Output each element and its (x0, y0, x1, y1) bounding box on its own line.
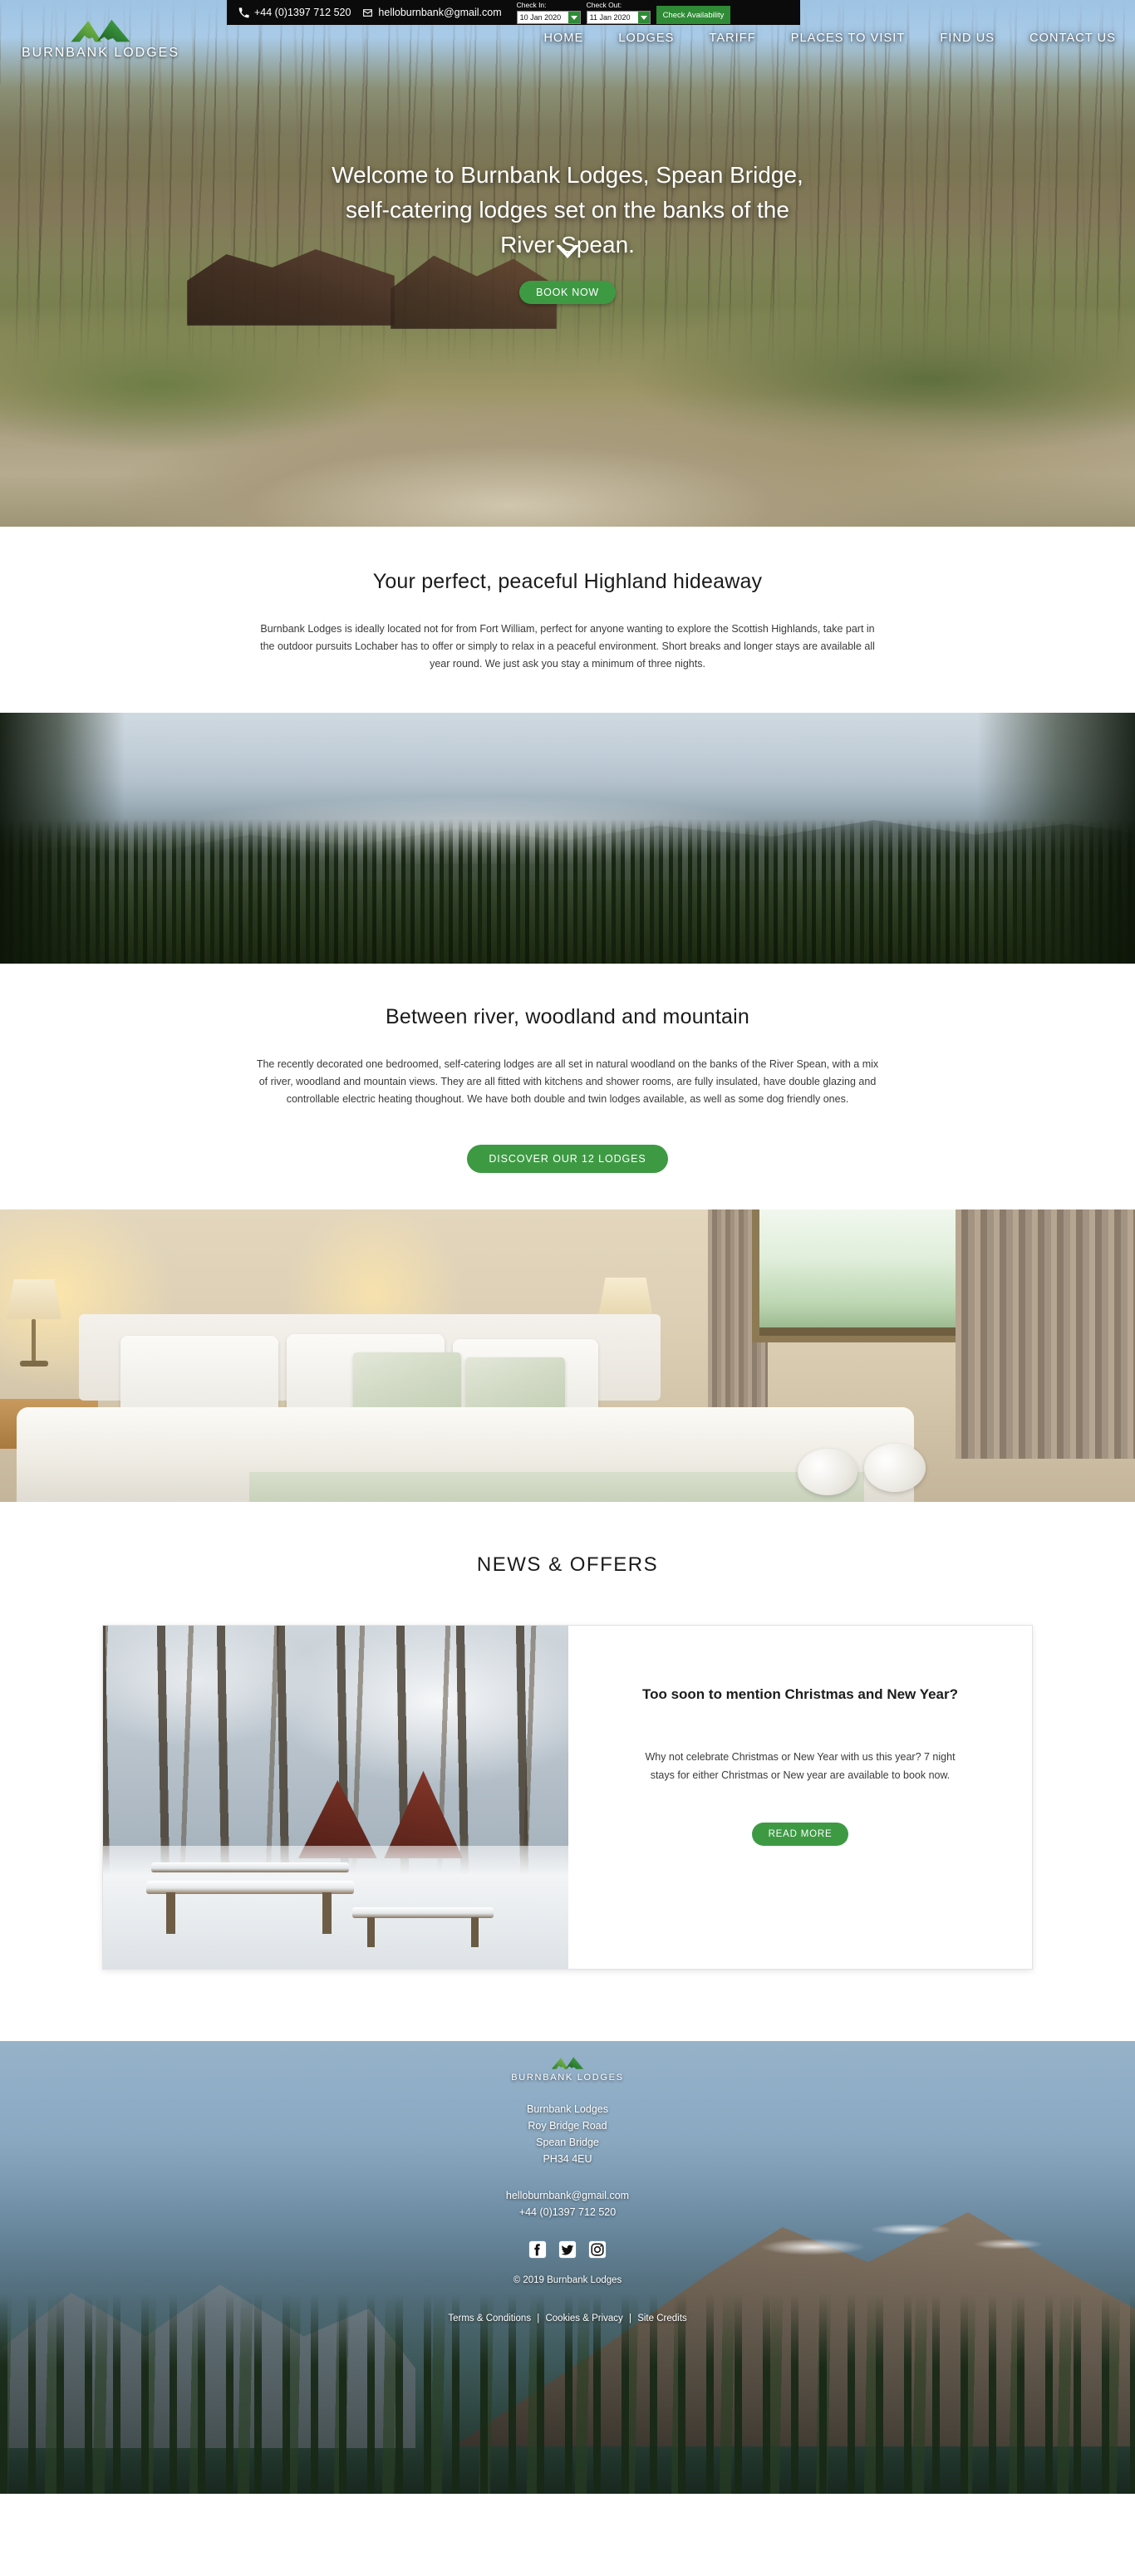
checkin-label: Check In: (516, 1, 547, 9)
news-offers-section: NEWS & OFFERS Too soon to mention Christ… (0, 1502, 1135, 2041)
news-card-body: Too soon to mention Christmas and New Ye… (568, 1626, 1032, 1969)
rolled-towel (798, 1449, 857, 1495)
nav-item-contact-us[interactable]: CONTACT US (1029, 32, 1116, 45)
footer-legal-links: Terms & Conditions | Cookies & Privacy |… (0, 2313, 1135, 2323)
topbar-email[interactable]: helloburnbank@gmail.com (362, 7, 502, 18)
nav-item-places-to-visit[interactable]: PLACES TO VISIT (791, 32, 906, 45)
checkout-input[interactable] (586, 11, 638, 24)
hero-section: +44 (0)1397 712 520 helloburnbank@gmail.… (0, 0, 1135, 527)
news-card-heading: Too soon to mention Christmas and New Ye… (641, 1686, 959, 1702)
bedroom-window (752, 1209, 970, 1342)
footer-copyright: © 2019 Burnbank Lodges (513, 2275, 622, 2285)
forest-left-vignette (0, 713, 125, 964)
checkout-control[interactable] (586, 11, 651, 24)
checkin-field: Check In: (516, 1, 581, 24)
footer-content: BURNBANK LODGES Burnbank Lodges Roy Brid… (0, 2041, 1135, 2323)
mountain-logo-icon (71, 19, 130, 42)
cookies-and-privacy-link[interactable]: Cookies & Privacy (545, 2313, 622, 2323)
discover-lodges-button[interactable]: DISCOVER OUR 12 LODGES (467, 1145, 668, 1173)
snow-bench (146, 1862, 354, 1934)
between-body: The recently decorated one bedroomed, se… (256, 1058, 879, 1105)
nav-item-lodges[interactable]: LODGES (618, 32, 674, 45)
link-separator-2: | (629, 2313, 631, 2323)
checkout-calendar-dropdown-icon[interactable] (637, 11, 651, 24)
facebook-icon[interactable] (528, 2240, 547, 2259)
footer-email[interactable]: helloburnbank@gmail.com (0, 2187, 1135, 2204)
news-offers-title: NEWS & OFFERS (476, 1553, 659, 1576)
booking-widget: Check In: Check Out: Check Availability (516, 1, 731, 24)
top-contact-bar: +44 (0)1397 712 520 helloburnbank@gmail.… (227, 0, 800, 25)
forest-conifers (0, 819, 1135, 964)
footer-contact: helloburnbank@gmail.com +44 (0)1397 712 … (0, 2187, 1135, 2220)
read-more-button[interactable]: READ MORE (751, 1823, 849, 1846)
main-navigation: HOME LODGES TARIFF PLACES TO VISIT FIND … (204, 26, 1126, 51)
news-card-image (103, 1626, 568, 1969)
site-logo[interactable]: BURNBANK LODGES (8, 18, 193, 61)
footer-address-line-1: Burnbank Lodges (527, 2103, 608, 2115)
forest-right-vignette (977, 713, 1135, 964)
footer-logo-wordmark: BURNBANK LODGES (511, 2073, 624, 2083)
footer-logo[interactable]: BURNBANK LODGES (0, 2056, 1135, 2083)
topbar-email-text: helloburnbank@gmail.com (378, 7, 502, 18)
footer-social-links (0, 2240, 1135, 2259)
checkin-input[interactable] (516, 11, 568, 24)
twitter-icon[interactable] (558, 2240, 577, 2259)
checkout-label: Check Out: (586, 1, 622, 9)
snow-bench-secondary (352, 1894, 494, 1947)
hideaway-title: Your perfect, peaceful Highland hideaway (372, 570, 763, 593)
book-now-button[interactable]: BOOK NOW (519, 281, 616, 304)
chevron-down-icon[interactable] (556, 243, 579, 258)
hideaway-section: Your perfect, peaceful Highland hideaway… (0, 527, 1135, 713)
footer-address-line-3: Spean Bridge (536, 2137, 599, 2148)
site-credits-link[interactable]: Site Credits (637, 2313, 686, 2323)
checkout-field: Check Out: (586, 1, 651, 24)
between-section: Between river, woodland and mountain The… (0, 964, 1135, 1209)
footer-address-postcode: PH34 4EU (543, 2153, 592, 2165)
topbar-phone-text: +44 (0)1397 712 520 (254, 7, 351, 18)
mountain-logo-icon (551, 2057, 584, 2069)
hero-copy: Welcome to Burnbank Lodges, Spean Bridge… (0, 158, 1135, 304)
between-title: Between river, woodland and mountain (385, 1005, 750, 1028)
topbar-phone[interactable]: +44 (0)1397 712 520 (238, 7, 351, 18)
bed-pillow (120, 1336, 278, 1416)
terms-and-conditions-link[interactable]: Terms & Conditions (448, 2313, 531, 2323)
forest-banner-image (0, 713, 1135, 964)
check-availability-button[interactable]: Check Availability (656, 6, 731, 24)
footer-address-line-2: Roy Bridge Road (528, 2120, 607, 2132)
site-footer: BURNBANK LODGES Burnbank Lodges Roy Brid… (0, 2041, 1135, 2494)
bedroom-banner-image (0, 1209, 1135, 1502)
phone-icon (238, 7, 249, 18)
news-card: Too soon to mention Christmas and New Ye… (102, 1625, 1033, 1970)
bedroom-curtain-right (956, 1209, 1135, 1459)
envelope-icon (362, 7, 373, 18)
nav-item-home[interactable]: HOME (543, 32, 583, 45)
footer-address: Burnbank Lodges Roy Bridge Road Spean Br… (0, 2101, 1135, 2167)
hideaway-body: Burnbank Lodges is ideally located not f… (260, 623, 875, 670)
nav-item-tariff[interactable]: TARIFF (709, 32, 755, 45)
link-separator-1: | (537, 2313, 540, 2323)
bed-runner (249, 1472, 864, 1502)
hero-title-line-1: Welcome to Burnbank Lodges, Spean Bridge… (332, 162, 803, 188)
rolled-towel (864, 1444, 926, 1492)
nav-item-find-us[interactable]: FIND US (940, 32, 995, 45)
logo-wordmark: BURNBANK LODGES (21, 46, 180, 60)
news-card-text: Why not celebrate Christmas or New Year … (645, 1751, 956, 1781)
footer-phone[interactable]: +44 (0)1397 712 520 (0, 2204, 1135, 2220)
checkin-calendar-dropdown-icon[interactable] (568, 11, 581, 24)
instagram-icon[interactable] (588, 2240, 607, 2259)
footer-conifer-trees (0, 2294, 1135, 2494)
hero-title-line-2: self-catering lodges set on the banks of… (346, 197, 789, 223)
checkin-control[interactable] (516, 11, 581, 24)
